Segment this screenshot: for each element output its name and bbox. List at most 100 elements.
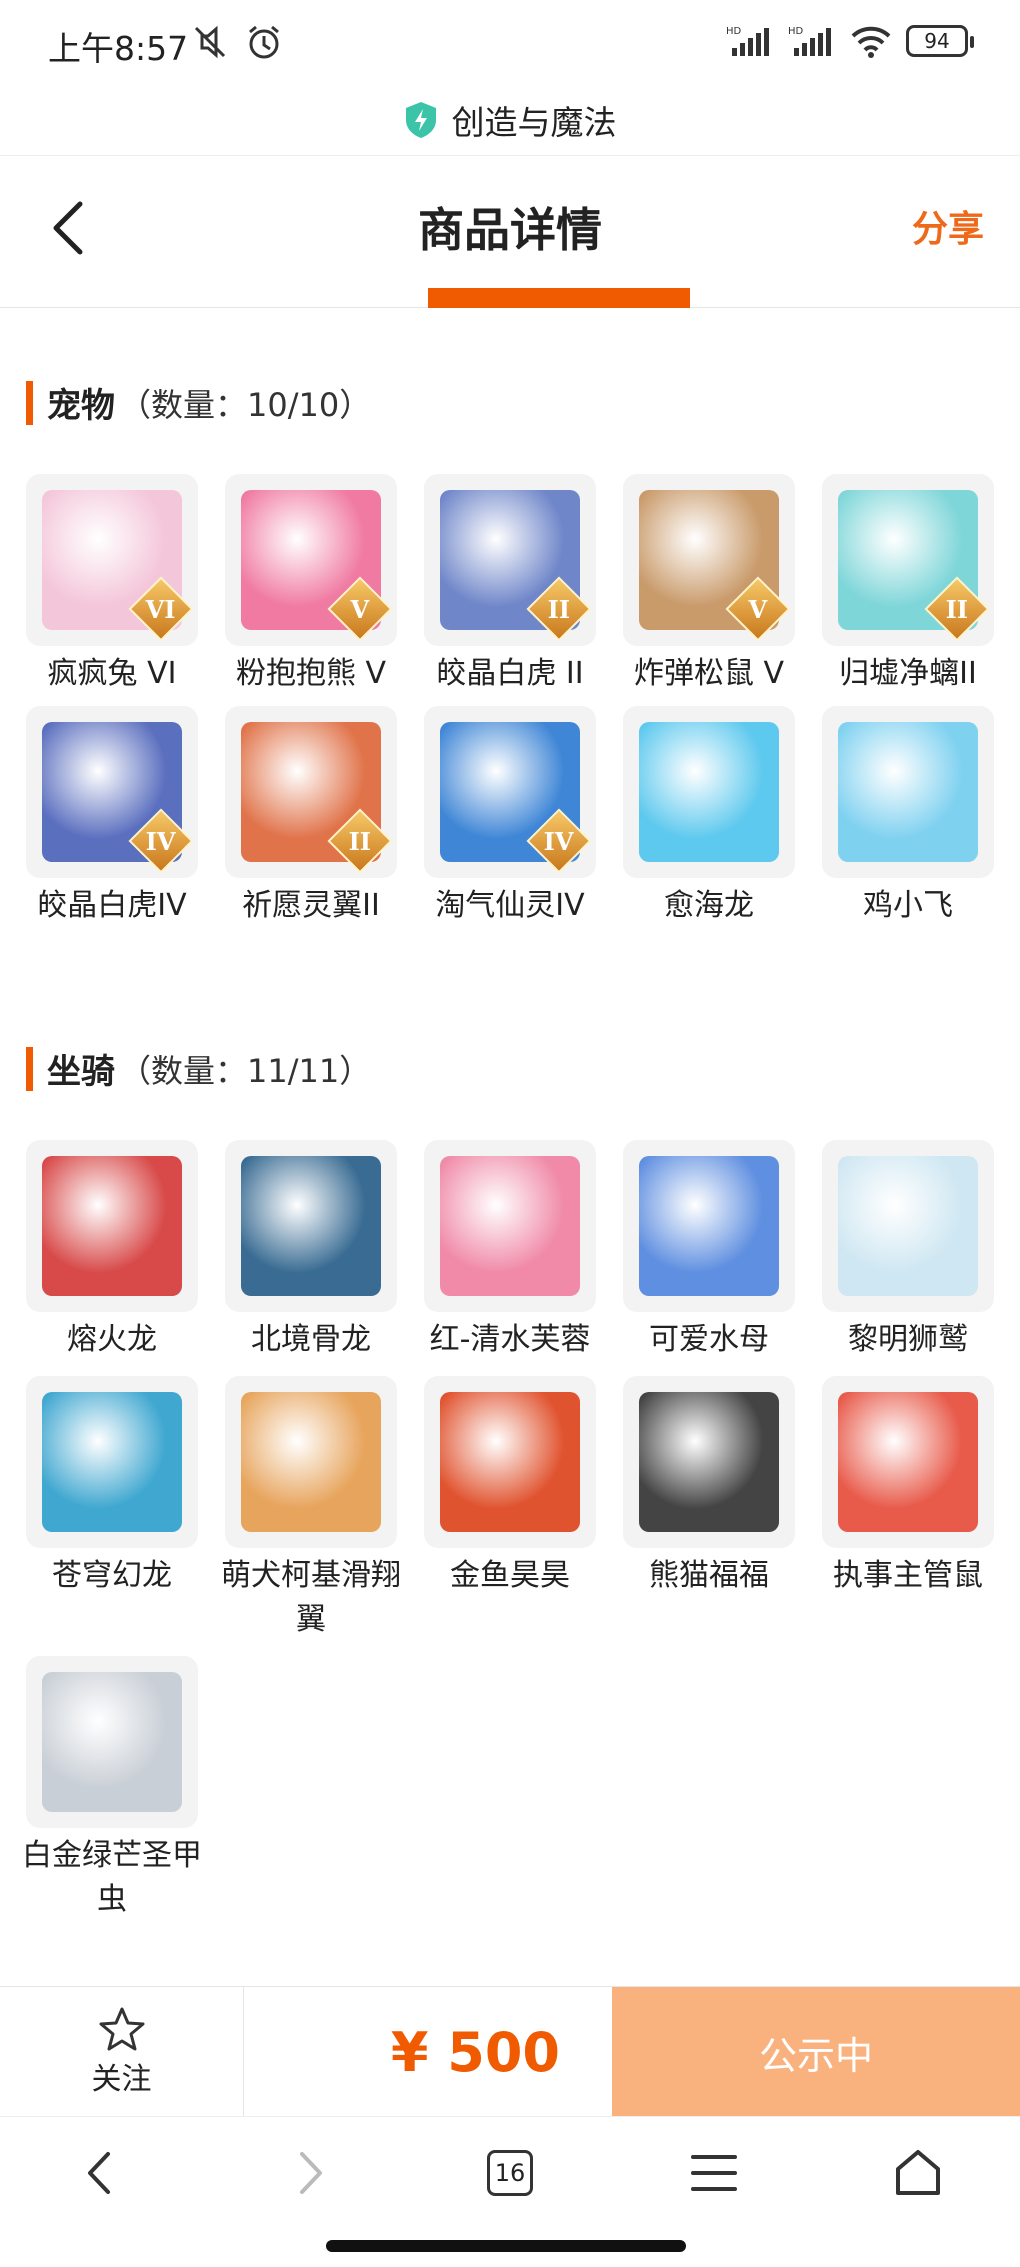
item-thumbnail — [822, 1376, 994, 1548]
pet-item[interactable]: II 祈愿灵翼II — [225, 706, 397, 928]
app-title-bar: 创造与魔法 — [0, 84, 1020, 156]
home-button[interactable] — [888, 2143, 948, 2203]
signal-icon: HD — [726, 26, 769, 56]
action-bar: 关注 ¥ 500 公示中 — [0, 1986, 1020, 2117]
alarm-icon — [249, 25, 279, 59]
mount-item[interactable]: 熔火龙 — [26, 1140, 198, 1362]
item-thumbnail: IV — [26, 706, 198, 878]
page-title: 商品详情 — [418, 203, 602, 257]
mount-item[interactable]: 熊猫福福 — [623, 1376, 795, 1642]
pet-item[interactable]: 鸡小飞 — [822, 706, 994, 928]
nav-back-button[interactable] — [70, 2143, 130, 2203]
back-arrow-icon — [88, 2152, 110, 2194]
mount-item[interactable]: 可爱水母 — [623, 1140, 795, 1362]
item-thumbnail: VI — [26, 474, 198, 646]
level-badge-label: II — [547, 594, 571, 624]
section-count: （数量：10/10） — [119, 385, 372, 424]
wifi-icon — [851, 26, 891, 58]
item-name: 熊猫福福 — [649, 1558, 769, 1593]
section-title: 坐骑 — [47, 1052, 115, 1092]
item-name: 萌犬柯基滑翔翼 — [221, 1558, 401, 1637]
mounts-grid: 熔火龙 北境骨龙 红-清水芙蓉 可爱水母 黎明狮鹫苍穹幻龙 萌犬柯基滑翔翼 金鱼昊昊 熊猫福福… — [22, 1140, 994, 1922]
tab-indicator — [428, 288, 690, 308]
item-thumbnail — [623, 1140, 795, 1312]
item-thumbnail: II — [424, 474, 596, 646]
mount-item[interactable]: 金鱼昊昊 — [424, 1376, 596, 1642]
item-name: 炸弹松鼠 V — [633, 656, 785, 691]
item-thumbnail — [225, 1140, 397, 1312]
item-thumbnail — [225, 1376, 397, 1548]
gesture-home-bar[interactable] — [326, 2240, 686, 2252]
item-thumbnail — [822, 1140, 994, 1312]
item-name: 疯疯兔 VI — [47, 656, 177, 691]
item-thumbnail — [623, 1376, 795, 1548]
follow-label: 关注 — [91, 2062, 152, 2097]
mount-item[interactable]: 红-清水芙蓉 — [424, 1140, 596, 1362]
item-image — [440, 1392, 580, 1532]
level-badge-label: II — [945, 594, 969, 624]
mount-item[interactable]: 萌犬柯基滑翔翼 — [221, 1376, 401, 1642]
item-image — [241, 1392, 381, 1532]
item-thumbnail — [424, 1140, 596, 1312]
home-icon — [896, 2150, 940, 2195]
menu-icon — [691, 2155, 737, 2191]
pet-item[interactable]: V 炸弹松鼠 V — [623, 474, 795, 696]
item-name: 北境骨龙 — [251, 1322, 371, 1357]
mute-icon — [194, 25, 226, 59]
mount-item[interactable]: 苍穹幻龙 — [26, 1376, 198, 1642]
status-time: 上午8:57 — [48, 29, 189, 68]
shield-icon — [405, 101, 436, 138]
item-image — [42, 1672, 182, 1812]
pet-item[interactable]: IV 淘气仙灵IV — [424, 706, 596, 928]
mount-item[interactable]: 白金绿芒圣甲虫 — [22, 1656, 202, 1922]
mount-item[interactable]: 黎明狮鹫 — [822, 1140, 994, 1362]
pets-section-header: 宠物 （数量：10/10） — [26, 378, 371, 427]
item-name: 皎晶白虎IV — [37, 888, 187, 923]
tabs-button[interactable]: 16 — [480, 2143, 540, 2203]
item-name: 愈海龙 — [664, 888, 754, 923]
level-badge-label: IV — [146, 826, 176, 856]
svg-text:HD: HD — [788, 26, 804, 37]
item-name: 可爱水母 — [649, 1322, 769, 1357]
item-thumbnail — [26, 1376, 198, 1548]
pet-item[interactable]: IV 皎晶白虎IV — [26, 706, 198, 928]
share-button[interactable]: 分享 — [912, 200, 984, 252]
mount-item[interactable]: 北境骨龙 — [225, 1140, 397, 1362]
section-count: （数量：11/11） — [119, 1051, 372, 1090]
browser-nav-bar: 16 — [0, 2116, 1020, 2226]
item-name: 金鱼昊昊 — [450, 1558, 570, 1593]
item-thumbnail — [26, 1140, 198, 1312]
item-thumbnail — [424, 1376, 596, 1548]
pet-item[interactable]: V 粉抱抱熊 V — [225, 474, 397, 696]
item-image — [838, 722, 978, 862]
item-thumbnail: II — [225, 706, 397, 878]
mount-item[interactable]: 执事主管鼠 — [822, 1376, 994, 1642]
item-name: 熔火龙 — [67, 1322, 157, 1357]
section-accent-bar — [26, 1046, 33, 1091]
item-thumbnail: IV — [424, 706, 596, 878]
pet-item[interactable]: II 归墟净螭II — [822, 474, 994, 696]
level-badge-label: V — [350, 594, 370, 624]
item-image — [639, 722, 779, 862]
item-name: 淘气仙灵IV — [435, 888, 585, 923]
item-thumbnail: V — [225, 474, 397, 646]
item-image — [639, 1156, 779, 1296]
level-badge-label: V — [748, 594, 768, 624]
follow-button[interactable]: 关注 — [0, 1987, 244, 2117]
status-icons-left — [190, 22, 284, 62]
item-thumbnail: V — [623, 474, 795, 646]
item-name: 白金绿芒圣甲虫 — [22, 1838, 202, 1917]
item-name: 苍穹幻龙 — [52, 1558, 172, 1593]
price-label: ¥ 500 — [390, 2020, 560, 2084]
pet-item[interactable]: VI 疯疯兔 VI — [26, 474, 198, 696]
item-image — [42, 1392, 182, 1532]
status-bar: 上午8:57 HD HD 94 — [0, 0, 1020, 84]
item-name: 粉抱抱熊 V — [235, 656, 387, 691]
pet-item[interactable]: II 皎晶白虎 II — [424, 474, 596, 696]
public-status-button[interactable]: 公示中 — [612, 1987, 1020, 2117]
menu-button[interactable] — [684, 2143, 744, 2203]
nav-forward-button[interactable] — [280, 2143, 340, 2203]
pet-item[interactable]: 愈海龙 — [623, 706, 795, 928]
battery-icon: 94 — [906, 25, 974, 57]
pets-grid: VI 疯疯兔 VI V 粉抱抱熊 V II 皎晶白虎 II V 炸弹松鼠 V II 归墟净螭II I… — [26, 474, 994, 928]
